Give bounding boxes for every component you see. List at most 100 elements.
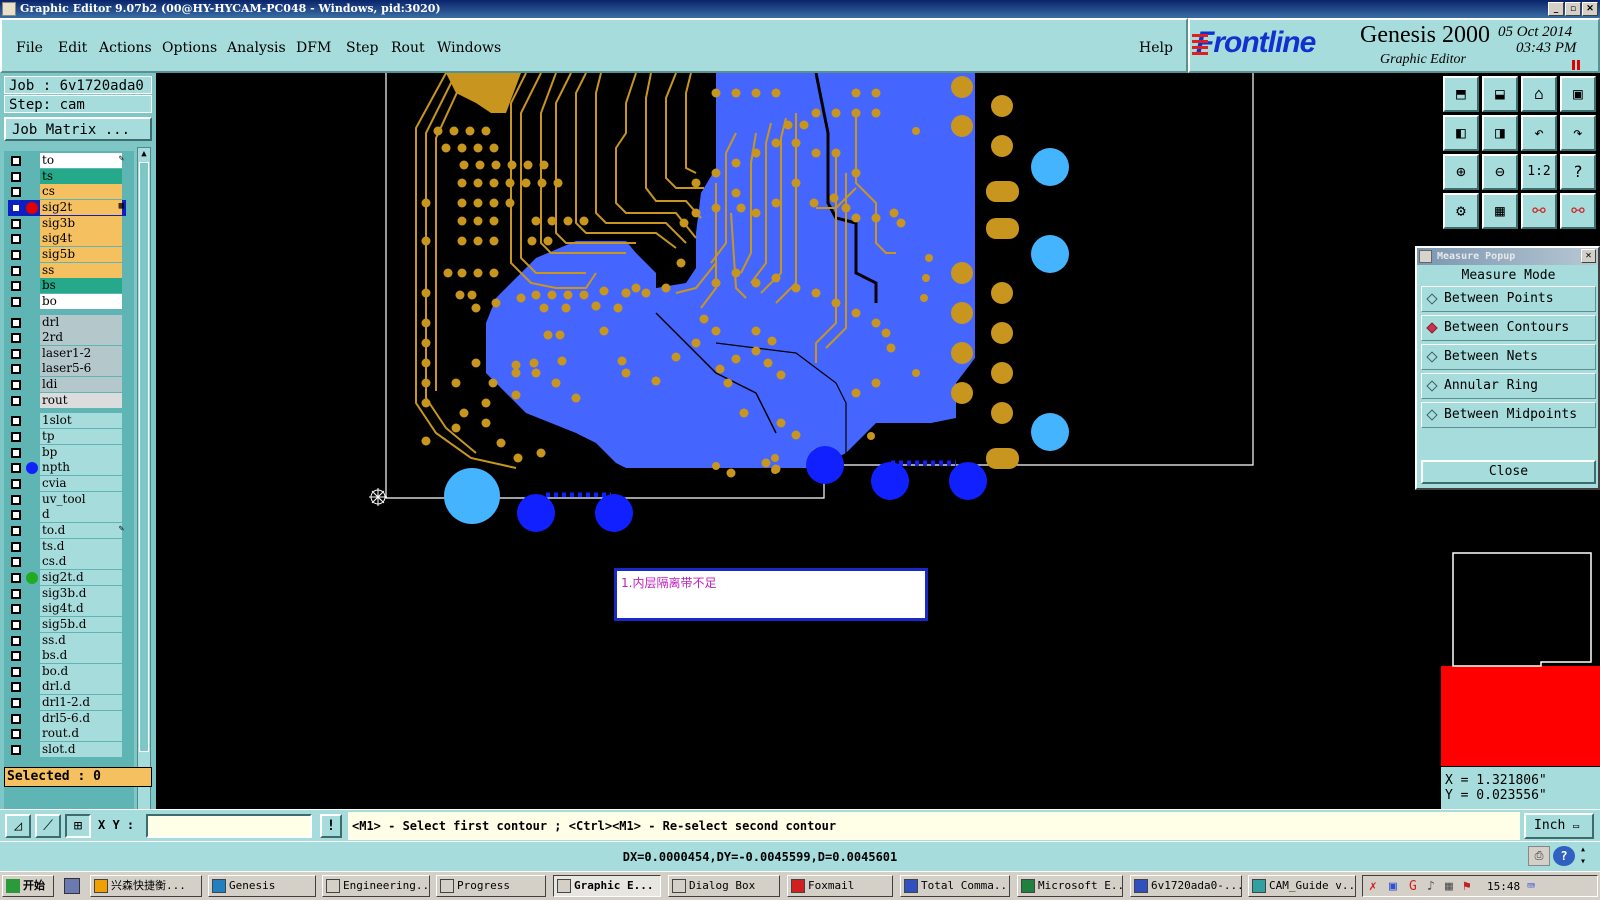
help-icon[interactable]: ? bbox=[1560, 154, 1596, 190]
overview-map[interactable] bbox=[1441, 546, 1600, 766]
layer-row-to.d[interactable]: to.d ✎ bbox=[8, 522, 126, 539]
layer-row-sig5b.d[interactable]: sig5b.d bbox=[8, 616, 126, 633]
layer-name[interactable]: sig5b bbox=[40, 246, 122, 262]
layer-row-sig5b[interactable]: sig5b bbox=[8, 246, 126, 263]
task-button-3[interactable]: Progress bbox=[436, 875, 546, 897]
layer-row-laser1-2[interactable]: laser1-2 bbox=[8, 345, 126, 362]
layer-row-tp[interactable]: tp bbox=[8, 429, 126, 445]
layer-name[interactable]: bs bbox=[40, 278, 122, 294]
task-button-6[interactable]: Foxmail bbox=[787, 875, 893, 897]
layer-name[interactable]: drl1-2.d bbox=[40, 695, 122, 711]
pause-icon[interactable] bbox=[1572, 60, 1575, 70]
layer-checkbox[interactable] bbox=[11, 698, 21, 709]
task-button-5[interactable]: Dialog Box bbox=[668, 875, 780, 897]
layer-name[interactable]: npth bbox=[40, 460, 122, 476]
task-button-4[interactable]: Graphic E... bbox=[553, 875, 661, 897]
layer-row-sig2t[interactable]: sig2t ▦ bbox=[8, 199, 126, 216]
menu-file[interactable]: File bbox=[16, 40, 43, 56]
layer-name[interactable]: bo bbox=[40, 293, 122, 309]
menu-dfm[interactable]: DFM bbox=[296, 40, 331, 56]
layer-row-cs[interactable]: cs bbox=[8, 184, 126, 200]
layer-name[interactable]: drl bbox=[40, 314, 122, 330]
layer-checkbox[interactable] bbox=[11, 651, 21, 662]
layer-name[interactable]: cs bbox=[40, 184, 122, 200]
layer-name[interactable]: sig4t.d bbox=[40, 601, 122, 617]
layer-checkbox[interactable] bbox=[11, 187, 21, 198]
layer-name[interactable]: bo.d bbox=[40, 663, 122, 679]
layer-checkbox[interactable] bbox=[11, 171, 21, 182]
layer-name[interactable]: sig3b bbox=[40, 215, 122, 231]
layer-row-rout[interactable]: rout bbox=[8, 392, 126, 409]
task-button-2[interactable]: Engineering... bbox=[322, 875, 430, 897]
layer-checkbox[interactable] bbox=[11, 588, 21, 599]
layer-name[interactable]: ts bbox=[40, 168, 122, 184]
layer-row-ldi[interactable]: ldi bbox=[8, 377, 126, 393]
layer-name[interactable]: laser1-2 bbox=[40, 345, 122, 361]
layer-checkbox[interactable] bbox=[11, 479, 21, 489]
layer-name[interactable]: rout.d bbox=[40, 726, 122, 742]
layer-checkbox[interactable] bbox=[11, 202, 21, 213]
layer-row-ss.d[interactable]: ss.d bbox=[8, 632, 126, 649]
layer-checkbox[interactable] bbox=[11, 265, 21, 276]
help-circle-icon[interactable]: ? bbox=[1553, 846, 1575, 866]
measure-tool-icon[interactable]: ⟋ bbox=[35, 814, 61, 838]
units-button[interactable]: Inch ▭ bbox=[1524, 813, 1594, 839]
layer-name[interactable]: uv_tool bbox=[40, 491, 122, 507]
layer-row-drl[interactable]: drl bbox=[8, 314, 126, 331]
layer-name[interactable]: rout bbox=[40, 392, 122, 408]
task-button-0[interactable]: 兴森快捷衡... bbox=[90, 875, 202, 897]
layer-row-drl.d[interactable]: drl.d bbox=[8, 679, 126, 695]
layer-checkbox[interactable] bbox=[11, 234, 21, 245]
layer-row-drl1-2.d[interactable]: drl1-2.d bbox=[8, 695, 126, 711]
zoom-out-icon[interactable]: ⊖ bbox=[1482, 154, 1518, 190]
measure-option-between-midpoints[interactable]: Between Midpoints bbox=[1421, 402, 1596, 428]
close-window-button[interactable]: ✕ bbox=[1582, 2, 1598, 16]
layer-row-sig3b.d[interactable]: sig3b.d bbox=[8, 585, 126, 602]
layer-row-sig4t[interactable]: sig4t bbox=[8, 231, 126, 247]
layer-name[interactable]: drl5-6.d bbox=[40, 710, 122, 726]
layer-name[interactable]: bs.d bbox=[40, 648, 122, 664]
layer-checkbox[interactable] bbox=[11, 463, 21, 474]
layer-checkbox[interactable] bbox=[11, 447, 21, 458]
layer-name[interactable]: sig4t bbox=[40, 231, 122, 247]
layer-row-bs[interactable]: bs bbox=[8, 278, 126, 294]
task-button-9[interactable]: 6v1720ada0-... bbox=[1130, 875, 1242, 897]
layer-checkbox[interactable] bbox=[11, 510, 21, 521]
tray-security-icon[interactable]: ⚑ bbox=[1463, 879, 1471, 894]
pan-left-icon[interactable]: ◧ bbox=[1443, 115, 1479, 151]
layer-name[interactable]: sig3b.d bbox=[40, 585, 122, 601]
alert-icon[interactable]: ! bbox=[320, 814, 342, 838]
layer-name[interactable]: to.d bbox=[40, 522, 122, 538]
measure-option-between-points[interactable]: Between Points bbox=[1421, 286, 1596, 312]
layer-scrollbar[interactable]: ▲ ▼ bbox=[137, 147, 151, 841]
layer-checkbox[interactable] bbox=[11, 713, 21, 724]
layer-row-1slot[interactable]: 1slot bbox=[8, 413, 126, 429]
layer-checkbox[interactable] bbox=[11, 604, 21, 615]
layer-row-uv_tool[interactable]: uv_tool bbox=[8, 491, 126, 508]
layer-checkbox[interactable] bbox=[11, 432, 21, 443]
layer-name[interactable]: to bbox=[40, 153, 122, 168]
layer-name[interactable]: tp bbox=[40, 429, 122, 445]
layer-row-sig4t.d[interactable]: sig4t.d bbox=[8, 601, 126, 617]
layer-checkbox[interactable] bbox=[11, 218, 21, 229]
layer-name[interactable]: d bbox=[40, 507, 122, 523]
menu-rout[interactable]: Rout bbox=[391, 40, 425, 56]
snap-grid-icon[interactable]: ⊞ bbox=[65, 814, 91, 838]
layer-row-rout.d[interactable]: rout.d bbox=[8, 726, 126, 742]
layer-name[interactable]: cs.d bbox=[40, 554, 122, 570]
expand-icon[interactable]: ▴ ▾ bbox=[1580, 844, 1586, 868]
tray-keyboard-icon[interactable]: ⌨ bbox=[1527, 879, 1535, 894]
layer-row-slot.d[interactable]: slot.d bbox=[8, 742, 126, 758]
menu-analysis[interactable]: Analysis bbox=[227, 40, 286, 56]
task-button-8[interactable]: Microsoft E... bbox=[1017, 875, 1123, 897]
layer-checkbox[interactable] bbox=[11, 296, 21, 307]
layer-row-ts[interactable]: ts bbox=[8, 168, 126, 185]
layer-name[interactable]: drl.d bbox=[40, 679, 122, 695]
layer-row-ss[interactable]: ss bbox=[8, 262, 126, 279]
layer-checkbox[interactable] bbox=[11, 525, 21, 536]
snap-icon[interactable]: ⚯ bbox=[1521, 193, 1557, 229]
layer-name[interactable]: 1slot bbox=[40, 413, 122, 429]
layer-row-cvia[interactable]: cvia bbox=[8, 476, 126, 492]
layer-row-ts.d[interactable]: ts.d bbox=[8, 538, 126, 555]
layer-name[interactable]: ss.d bbox=[40, 632, 122, 648]
